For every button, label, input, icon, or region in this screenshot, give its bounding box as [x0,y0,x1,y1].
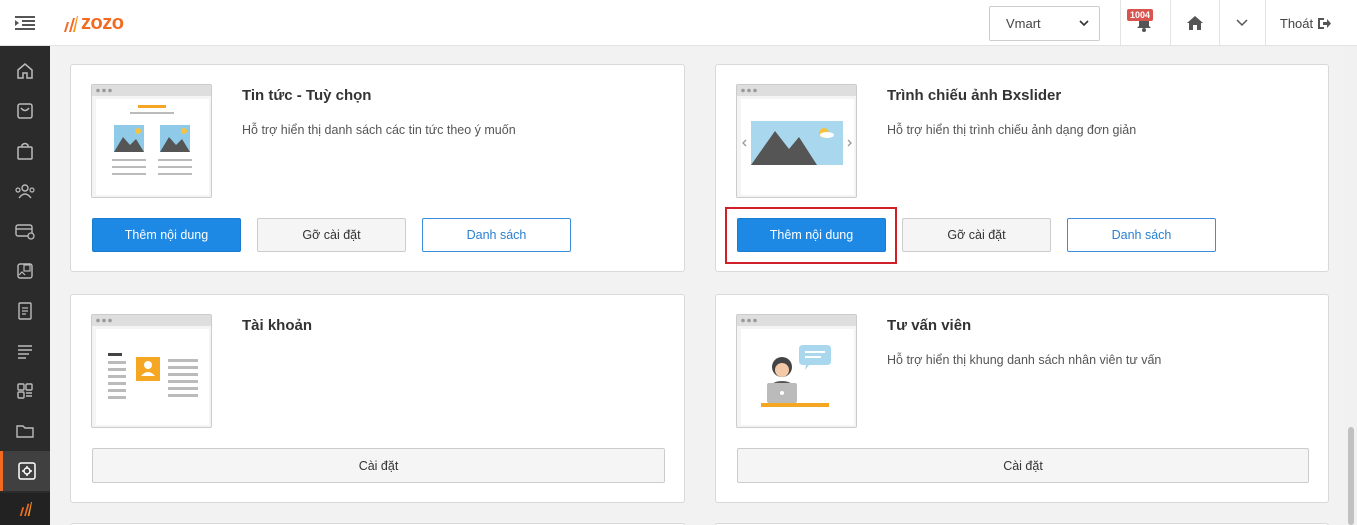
chevron-down-icon [1236,19,1248,27]
notification-badge: 1004 [1127,9,1154,21]
media-icon [17,263,33,279]
module-description: Hỗ trợ hiển thị danh sách các tin tức th… [242,123,516,137]
zozo-logo-icon [19,502,32,516]
shopping-bag-icon [17,142,33,160]
inbox-icon [17,103,33,119]
sidebar-footer-logo[interactable] [0,493,50,525]
user-menu-dropdown[interactable] [1220,0,1264,46]
folder-icon [16,425,34,438]
apps-icon [17,383,33,399]
list-icon [18,345,32,359]
module-thumbnail-bxslider [736,84,857,198]
store-select[interactable]: Vmart [989,6,1100,41]
logout-button[interactable]: Thoát [1266,0,1346,46]
account-illustration [92,315,211,425]
sidebar-item-media[interactable] [0,251,50,291]
home-icon [17,63,33,79]
divider [1170,0,1171,46]
uninstall-button[interactable]: Gỡ cài đặt [257,218,406,252]
store-select-value: Vmart [1006,16,1041,31]
payment-icon [15,224,35,240]
sidebar-item-folder[interactable] [0,411,50,451]
consultant-illustration [737,315,856,425]
sidebar-item-apps[interactable] [0,371,50,411]
module-card-news: Tin tức - Tuỳ chọn Hỗ trợ hiển thị danh … [70,64,685,272]
install-button[interactable]: Cài đặt [737,448,1309,483]
module-thumbnail-news [91,84,212,198]
sidebar-item-home[interactable] [0,51,50,91]
sidebar-item-settings[interactable] [0,451,50,491]
highlight-box [725,207,897,264]
page-scrollbar[interactable] [1345,46,1357,525]
menu-indent-icon [15,16,35,30]
list-button[interactable]: Danh sách [1067,218,1216,252]
sidebar-item-payments[interactable] [0,211,50,251]
list-button[interactable]: Danh sách [422,218,571,252]
chevron-down-icon [1079,20,1089,27]
module-thumbnail-consultant [736,314,857,428]
settings-icon [17,462,36,480]
modules-content: Tin tức - Tuỳ chọn Hỗ trợ hiển thị danh … [50,46,1345,525]
install-button[interactable]: Cài đặt [92,448,665,483]
sidebar-item-documents[interactable] [0,291,50,331]
logout-label: Thoát [1279,15,1314,31]
customers-icon [15,184,35,199]
scrollbar-thumb[interactable] [1348,427,1354,525]
sidebar-item-list[interactable] [0,331,50,371]
module-card-account: Tài khoản Cài đặt [70,294,685,503]
module-title: Tư vấn viên [887,317,972,334]
module-thumbnail-account [91,314,212,428]
home-button[interactable] [1172,0,1218,46]
slider-illustration [737,85,856,195]
sidebar-item-customers[interactable] [0,171,50,211]
document-icon [18,302,32,320]
add-content-button[interactable]: Thêm nội dung [92,218,241,252]
module-title: Tin tức - Tuỳ chọn [242,87,372,104]
module-description: Hỗ trợ hiển thị trình chiếu ảnh dạng đơn… [887,123,1137,137]
module-title: Tài khoản [242,317,313,334]
menu-toggle-button[interactable] [0,0,50,46]
zozo-logo-icon [64,15,78,32]
home-icon [1187,16,1203,30]
module-card-bxslider: Trình chiếu ảnh Bxslider Hỗ trợ hiển thị… [715,64,1329,272]
module-card-consultant: Tư vấn viên Hỗ trợ hiển thị khung danh s… [715,294,1329,503]
notifications-button[interactable] [1121,0,1167,46]
zozo-logo[interactable]: zozo [62,12,124,35]
module-title: Trình chiếu ảnh Bxslider [887,87,1062,104]
news-grid-illustration [92,85,211,195]
logo-text: zozo [81,12,124,34]
sidebar [0,46,50,525]
sidebar-item-inbox[interactable] [0,91,50,131]
sidebar-item-orders[interactable] [0,131,50,171]
uninstall-button[interactable]: Gỡ cài đặt [902,218,1051,252]
module-description: Hỗ trợ hiển thị khung danh sách nhân viê… [887,353,1162,367]
sign-out-icon [1318,17,1332,29]
top-bar: zozo Vmart 1004 Thoát [0,0,1357,46]
